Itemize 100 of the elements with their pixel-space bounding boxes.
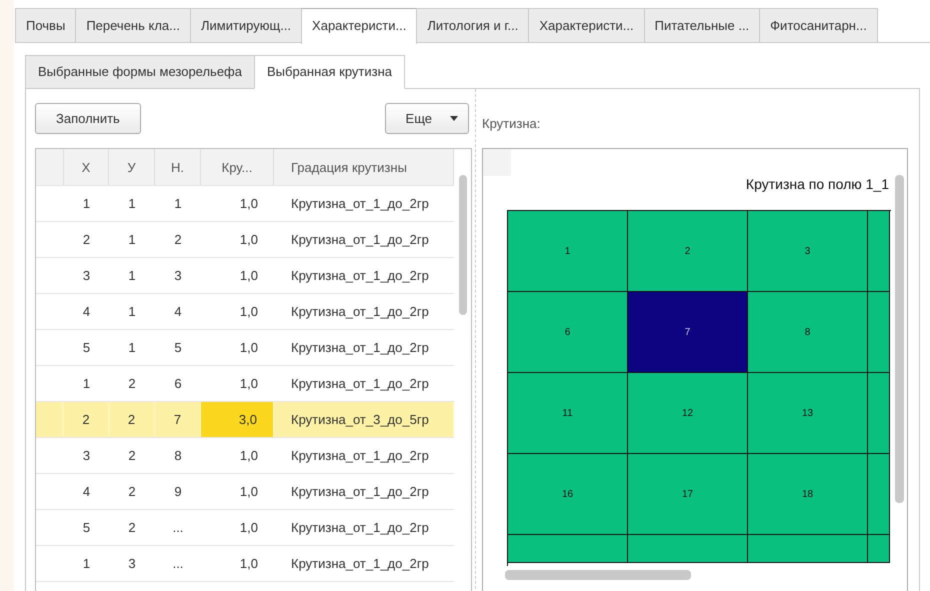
more-button[interactable]: Еще xyxy=(384,103,469,134)
table-cell-text: 1,0 xyxy=(238,447,259,465)
grid-cell[interactable]: 3 xyxy=(748,211,868,292)
tab[interactable]: Почвы xyxy=(15,8,76,42)
table-cell: Крутизна_от_3_до_5гр xyxy=(274,402,454,437)
table-row[interactable]: 5 2 ... 1,0 Крутизна_от_1_до_2гр xyxy=(36,510,454,546)
table-cell-text: 1 xyxy=(82,375,92,393)
table-cell-text: 2 xyxy=(127,483,137,501)
grid-cell[interactable]: 7 xyxy=(628,292,748,373)
table-cell-text: 5 xyxy=(82,519,92,537)
table-row[interactable]: 3 2 8 1,0 Крутизна_от_1_до_2гр xyxy=(36,438,454,474)
table-row[interactable]: 1 3 ... 1,0 Крутизна_от_1_до_2гр xyxy=(36,546,454,582)
table-cell-text: 1 xyxy=(127,339,137,357)
table-row[interactable]: 5 1 5 1,0 Крутизна_от_1_до_2гр xyxy=(36,330,454,366)
column-header[interactable]: Градация крутизны xyxy=(274,149,454,185)
tab[interactable]: Питательные ... xyxy=(644,8,760,42)
table-cell: 2 xyxy=(109,402,155,437)
table-cell-text: 1,0 xyxy=(238,339,259,357)
table-cell-text: 3 xyxy=(82,267,92,285)
table-cell-text: Крутизна_от_1_до_2гр xyxy=(290,339,430,357)
table-cell-text: Крутизна_от_1_до_2гр xyxy=(290,195,430,213)
table-cell-text: Крутизна_от_1_до_2гр xyxy=(290,555,430,573)
table-cell-text: 4 xyxy=(82,483,92,501)
grid-cell[interactable]: 8 xyxy=(748,292,868,373)
grid-cell[interactable]: 11 xyxy=(508,373,628,454)
table-cell-text: 2 xyxy=(127,375,137,393)
table-cell-text: Крутизна_от_1_до_2гр xyxy=(290,519,430,537)
table-cell-text: ... xyxy=(172,519,184,537)
tab[interactable]: Лимитирующ... xyxy=(190,8,302,42)
table-row[interactable]: 1 1 1 1,0 Крутизна_от_1_до_2гр xyxy=(36,186,454,222)
table-cell-text: ... xyxy=(172,555,184,573)
table-cell-text: 2 xyxy=(173,231,183,249)
table-cell-text: 1,0 xyxy=(238,519,259,537)
table-cell-text: 1,0 xyxy=(238,555,259,573)
table-cell-text: 1,0 xyxy=(238,231,259,249)
column-header[interactable]: У xyxy=(109,149,155,185)
grid-cell[interactable]: 12 xyxy=(628,373,748,454)
map-title: Крутизна по полю 1_1 xyxy=(744,176,889,192)
grid-cell[interactable]: 18 xyxy=(748,454,868,535)
tab[interactable]: Выбранная крутизна xyxy=(254,55,406,89)
table-cell-text: 8 xyxy=(173,447,183,465)
table-cell-text: 3 xyxy=(82,447,92,465)
table-row[interactable]: 4 2 9 1,0 Крутизна_от_1_до_2гр xyxy=(36,474,454,510)
grid-cell[interactable]: 2 xyxy=(628,211,748,292)
scrollbar-thumb[interactable] xyxy=(895,175,904,503)
tab[interactable]: Перечень кла... xyxy=(75,8,191,42)
table-cell-text: 1,0 xyxy=(238,375,259,393)
table-cell-text: Крутизна_от_1_до_2гр xyxy=(290,375,430,393)
table-row[interactable]: 3 1 3 1,0 Крутизна_от_1_до_2гр xyxy=(36,258,454,294)
table-cell-text: 1 xyxy=(173,195,183,213)
grid-cell[interactable]: 17 xyxy=(628,454,748,535)
grid-cell[interactable]: 1 xyxy=(508,211,628,292)
column-header[interactable]: X xyxy=(64,149,109,185)
column-header[interactable]: Кру... xyxy=(201,149,274,185)
scrollbar-thumb[interactable] xyxy=(505,570,691,580)
grid-cell[interactable]: 16 xyxy=(508,454,628,535)
table-cell-text: 1 xyxy=(127,231,137,249)
tab[interactable]: Выбранные формы мезорельефа xyxy=(25,55,255,89)
grid-cell[interactable]: 6 xyxy=(508,292,628,373)
table-cell-text: 1,0 xyxy=(238,267,259,285)
table-cell-text: Крутизна_от_1_до_2гр xyxy=(290,231,430,249)
table-cell-text: Крутизна_от_1_до_2гр xyxy=(290,447,430,465)
table-cell-text: 1 xyxy=(127,267,137,285)
table-cell-text: 2 xyxy=(127,447,137,465)
table-cell-text: 3 xyxy=(173,267,183,285)
fill-button[interactable]: Заполнить xyxy=(35,103,141,134)
table-cell-text: 1 xyxy=(127,303,137,321)
table-cell-text: 2 xyxy=(127,519,137,537)
tab[interactable]: Фитосанитарн... xyxy=(759,8,878,42)
table-cell-text: Крутизна_от_1_до_2гр xyxy=(290,303,430,321)
table-cell-text: 9 xyxy=(173,483,183,501)
table-cell-text: 1 xyxy=(82,195,92,213)
table-cell-text: Крутизна_от_1_до_2гр xyxy=(290,267,430,285)
table-cell-text: 1,0 xyxy=(238,483,259,501)
partial-grid-cell xyxy=(868,535,890,563)
table-cell-text: 2 xyxy=(82,231,92,249)
table-cell-text: Крутизна_от_1_до_2гр xyxy=(290,483,430,501)
field-label: Крутизна: xyxy=(482,116,542,131)
tab[interactable]: Характеристи... xyxy=(301,8,418,44)
table-cell-text: 1 xyxy=(82,555,92,573)
table-row[interactable]: 2 1 2 1,0 Крутизна_от_1_до_2гр xyxy=(36,222,454,258)
table-cell-text: 1,0 xyxy=(238,303,259,321)
table-cell-text: 4 xyxy=(173,303,183,321)
column-header[interactable]: Н. xyxy=(155,149,201,185)
scrollbar-thumb[interactable] xyxy=(459,175,467,315)
table-cell-text: 6 xyxy=(173,375,183,393)
table-cell-text: 5 xyxy=(82,339,92,357)
corner-block xyxy=(483,149,511,176)
table-cell-text: 1 xyxy=(127,195,137,213)
tab[interactable]: Литология и г... xyxy=(416,8,530,42)
table-row[interactable]: 2 2 7 3,0 Крутизна_от_3_до_5гр xyxy=(36,402,454,438)
table-cell-text: 4 xyxy=(82,303,92,321)
table-cell-text: 1,0 xyxy=(238,195,259,213)
table-cell-text: 3 xyxy=(127,555,137,573)
caret-icon xyxy=(450,116,458,121)
table-cell: 2 xyxy=(64,402,109,437)
tab[interactable]: Характеристи... xyxy=(528,8,645,42)
table-row[interactable]: 4 1 4 1,0 Крутизна_от_1_до_2гр xyxy=(36,294,454,330)
table-cell-text: 5 xyxy=(173,339,183,357)
grid-cell[interactable]: 13 xyxy=(748,373,868,454)
